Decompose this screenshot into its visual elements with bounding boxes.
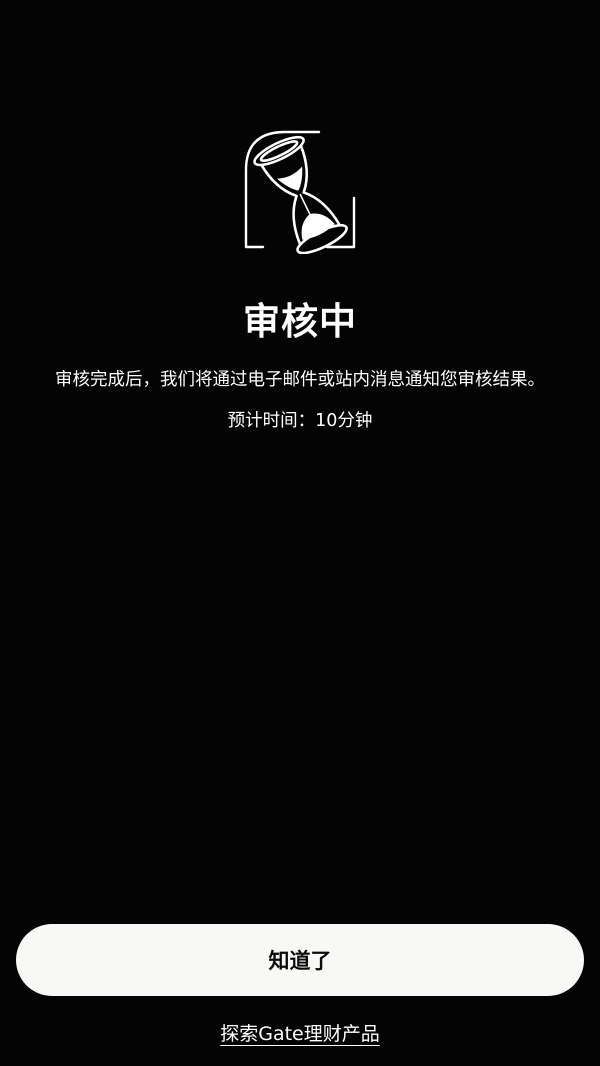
page-title: 审核中 — [243, 300, 357, 343]
estimated-time: 预计时间：10分钟 — [227, 411, 373, 431]
hourglass-icon — [239, 126, 363, 255]
confirm-button[interactable]: 知道了 — [16, 924, 584, 996]
confirm-button-label: 知道了 — [268, 949, 332, 973]
status-description: 审核完成后，我们将通过电子邮件或站内消息通知您审核结果。 — [55, 370, 545, 390]
explore-products-link[interactable]: 探索Gate理财产品 — [0, 1018, 600, 1050]
